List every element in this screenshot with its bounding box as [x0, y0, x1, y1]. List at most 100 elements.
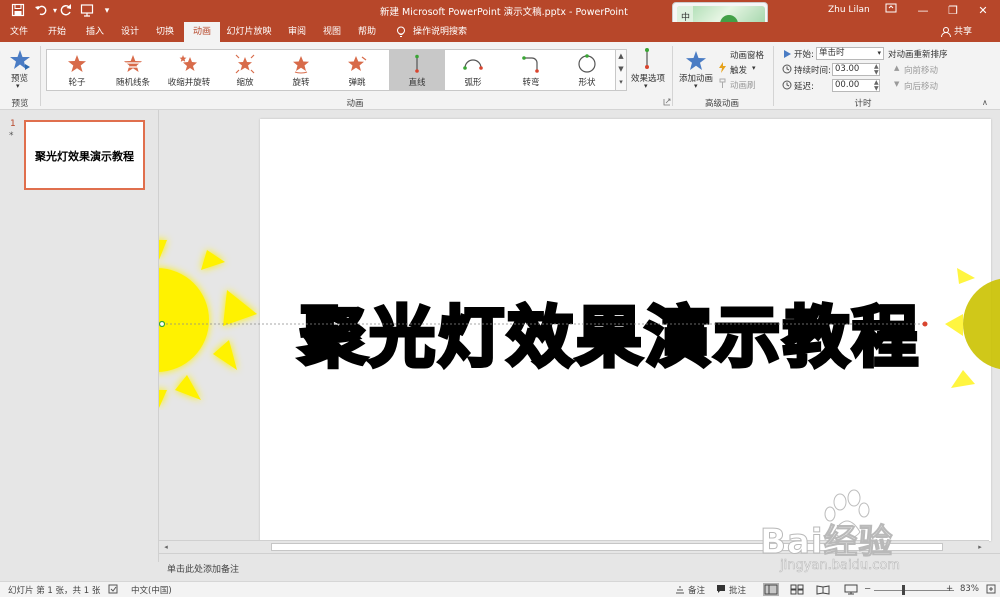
slide-info: 幻灯片 第 1 张，共 1 张	[8, 586, 101, 596]
gallery-more-icon[interactable]: ▾	[616, 76, 626, 89]
gallery-scroll: ▲ ▼ ▾	[615, 49, 627, 91]
notes-toggle[interactable]: 备注	[688, 584, 705, 596]
zoom-slider[interactable]	[874, 590, 954, 591]
tab-insert[interactable]: 插入	[80, 22, 110, 42]
tab-design[interactable]: 设计	[115, 22, 145, 42]
zoom-out-icon[interactable]: −	[864, 584, 871, 594]
start-label: 开始:	[794, 50, 814, 60]
delay-spin-down-icon[interactable]: ▼	[874, 86, 879, 92]
effect-options-dropdown-icon[interactable]: ▾	[644, 82, 648, 90]
notes-placeholder: 单击此处添加备注	[167, 565, 240, 575]
wheel-star-icon	[68, 55, 86, 72]
zoom-slider-thumb[interactable]	[902, 585, 905, 595]
turns-path-icon	[522, 56, 539, 73]
tab-transitions[interactable]: 切换	[150, 22, 180, 42]
zoom-level[interactable]: 83%	[960, 584, 979, 594]
animation-shapes[interactable]: 形状	[559, 50, 615, 90]
slide-sorter-view-icon[interactable]	[789, 583, 805, 596]
slide-number: 1	[10, 119, 16, 129]
animation-painter-button[interactable]: 动画刷	[730, 79, 756, 91]
tab-animations[interactable]: 动画	[184, 22, 220, 42]
sun-shape-right[interactable]	[945, 244, 1000, 417]
random-bars-star-icon	[124, 55, 142, 72]
zoom-in-icon[interactable]: +	[946, 584, 953, 594]
notes-toggle-icon[interactable]	[675, 584, 685, 597]
tab-home[interactable]: 开始	[42, 22, 72, 42]
gallery-down-icon[interactable]: ▼	[616, 63, 626, 76]
ribbon-animations: 预览 ▾ 预览 轮子 随机线条 收缩并旋转 缩放 旋转 弹跳 直线 弧形 转弯 …	[0, 42, 1000, 110]
reading-view-icon[interactable]	[815, 583, 831, 596]
animation-random-bars[interactable]: 随机线条	[105, 50, 161, 90]
accessibility-icon[interactable]	[108, 584, 118, 597]
animation-shrink-turn[interactable]: 收缩并旋转	[161, 50, 217, 90]
close-icon[interactable]: ✕	[972, 2, 994, 20]
slide-canvas[interactable]: 聚光灯效果演示教程	[260, 119, 1000, 541]
start-from-beginning-icon[interactable]	[79, 3, 95, 19]
preview-star-icon[interactable]	[8, 48, 32, 72]
slideshow-view-icon[interactable]	[843, 583, 859, 596]
animation-lines[interactable]: 直线	[389, 50, 445, 90]
advanced-animation-group-label: 高级动画	[704, 99, 739, 109]
move-later-button[interactable]: 向后移动	[904, 80, 938, 92]
share-button[interactable]: 共享	[954, 22, 972, 42]
animation-dialog-launcher-icon[interactable]	[663, 98, 671, 106]
save-icon[interactable]	[10, 3, 26, 19]
animation-swivel[interactable]: 旋转	[273, 50, 329, 90]
move-earlier-button[interactable]: 向前移动	[904, 64, 938, 76]
animation-turns[interactable]: 转弯	[503, 50, 559, 90]
tab-view[interactable]: 视图	[317, 22, 347, 42]
duration-spin-down-icon[interactable]: ▼	[874, 70, 879, 76]
tab-help[interactable]: 帮助	[352, 22, 382, 42]
start-select[interactable]: 单击时 ▾	[816, 47, 884, 60]
swivel-star-icon	[293, 56, 309, 74]
animation-pane-button[interactable]: 动画窗格	[730, 49, 764, 61]
animation-zoom[interactable]: 缩放	[217, 50, 273, 90]
animation-arcs[interactable]: 弧形	[445, 50, 501, 90]
user-name[interactable]: Zhu Lilan	[828, 5, 870, 15]
restore-icon[interactable]: ❐	[942, 2, 964, 20]
title-bar: ▾ ▾ 新建 Microsoft PowerPoint 演示文稿.pptx - …	[0, 0, 1000, 58]
timing-group-label: 计时	[854, 99, 872, 109]
arcs-path-icon	[463, 59, 483, 70]
animation-indicator-icon: *	[9, 131, 14, 141]
ribbon-display-options-icon[interactable]	[880, 2, 902, 20]
effect-options-icon[interactable]	[640, 47, 654, 71]
effect-options-button[interactable]: 效果选项	[631, 72, 665, 84]
slide-thumbnail[interactable]: 聚光灯效果演示教程	[24, 120, 145, 190]
shrink-turn-star-icon	[179, 55, 197, 71]
gallery-up-icon[interactable]: ▲	[616, 50, 626, 63]
animation-bounce[interactable]: 弹跳	[329, 50, 385, 90]
lightbulb-icon	[396, 26, 406, 38]
animation-wheel[interactable]: 轮子	[49, 50, 105, 90]
slide-edit-area: 聚光灯效果演示教程	[159, 110, 1000, 553]
scroll-left-icon[interactable]: ◂	[161, 542, 171, 552]
add-animation-icon[interactable]	[685, 50, 707, 72]
tab-file[interactable]: 文件	[4, 22, 34, 42]
slide-title-text[interactable]: 聚光灯效果演示教程	[298, 284, 960, 380]
customize-qat-icon[interactable]: ▾	[99, 3, 115, 19]
trigger-button[interactable]: 触发	[730, 64, 747, 76]
trigger-dropdown-icon[interactable]: ▾	[752, 64, 756, 72]
add-animation-dropdown-icon[interactable]: ▾	[694, 82, 698, 90]
comments-toggle[interactable]: 批注	[729, 584, 746, 596]
preview-dropdown-icon[interactable]: ▾	[16, 82, 20, 90]
start-dropdown-icon: ▾	[877, 49, 881, 57]
status-bar: 幻灯片 第 1 张，共 1 张 中文(中国) 备注 批注 − + 83%	[0, 581, 1000, 597]
zoom-star-icon	[235, 54, 255, 74]
duration-input[interactable]: 03.00	[832, 63, 880, 76]
redo-icon[interactable]	[58, 3, 74, 19]
delay-input[interactable]: 00.00	[832, 79, 880, 92]
fit-to-window-icon[interactable]	[986, 584, 996, 597]
preview-group-label: 预览	[11, 99, 29, 109]
tell-me-search[interactable]: 操作说明搜索	[413, 22, 467, 42]
collapse-ribbon-icon[interactable]: ∧	[982, 98, 988, 107]
minimize-icon[interactable]: —	[912, 2, 934, 20]
clock-icon	[782, 64, 792, 74]
document-title: 新建 Microsoft PowerPoint 演示文稿.pptx - Powe…	[380, 7, 628, 18]
comments-icon[interactable]	[716, 584, 726, 597]
normal-view-icon[interactable]	[763, 583, 779, 596]
tab-slideshow[interactable]: 幻灯片放映	[225, 22, 273, 42]
tab-review[interactable]: 审阅	[282, 22, 312, 42]
language-indicator[interactable]: 中文(中国)	[131, 584, 172, 596]
bounce-star-icon	[348, 56, 367, 71]
